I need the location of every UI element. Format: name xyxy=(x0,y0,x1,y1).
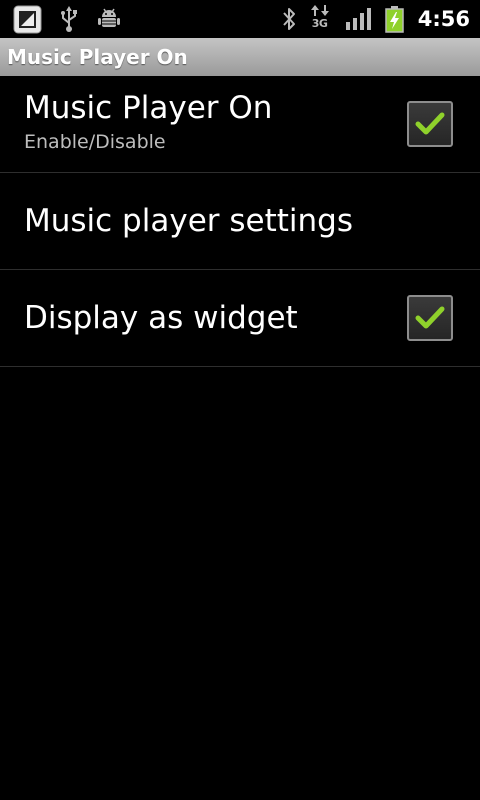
check-mark-icon xyxy=(415,112,445,135)
pref-item-display-as-widget[interactable]: Display as widget xyxy=(0,270,480,367)
pref-title: Music Player On xyxy=(24,90,273,126)
title-bar: Music Player On xyxy=(0,38,480,76)
android-debug-icon xyxy=(97,7,121,31)
pref-summary: Enable/Disable xyxy=(24,131,166,153)
signal-strength-icon xyxy=(345,8,371,30)
3g-data-icon: 3G xyxy=(310,4,332,34)
pref-title: Music player settings xyxy=(24,203,353,239)
battery-charging-icon xyxy=(385,5,404,33)
pref-title: Display as widget xyxy=(24,300,298,336)
pref-item-music-player-on[interactable]: Music Player On Enable/Disable xyxy=(0,76,480,173)
status-bar: 3G 4:56 xyxy=(0,0,480,38)
display-as-widget-checkbox[interactable] xyxy=(407,295,453,341)
bluetooth-icon xyxy=(281,6,297,32)
music-player-on-checkbox[interactable] xyxy=(407,101,453,147)
notification-app-icon[interactable] xyxy=(13,5,42,34)
status-bar-clock: 4:56 xyxy=(417,7,470,31)
usb-icon xyxy=(59,6,79,32)
preferences-list: Music Player On Enable/Disable Music pla… xyxy=(0,76,480,367)
check-mark-icon xyxy=(415,306,445,329)
pref-item-music-player-settings[interactable]: Music player settings xyxy=(0,173,480,270)
page-title: Music Player On xyxy=(7,45,188,69)
3g-label: 3G xyxy=(311,17,328,30)
